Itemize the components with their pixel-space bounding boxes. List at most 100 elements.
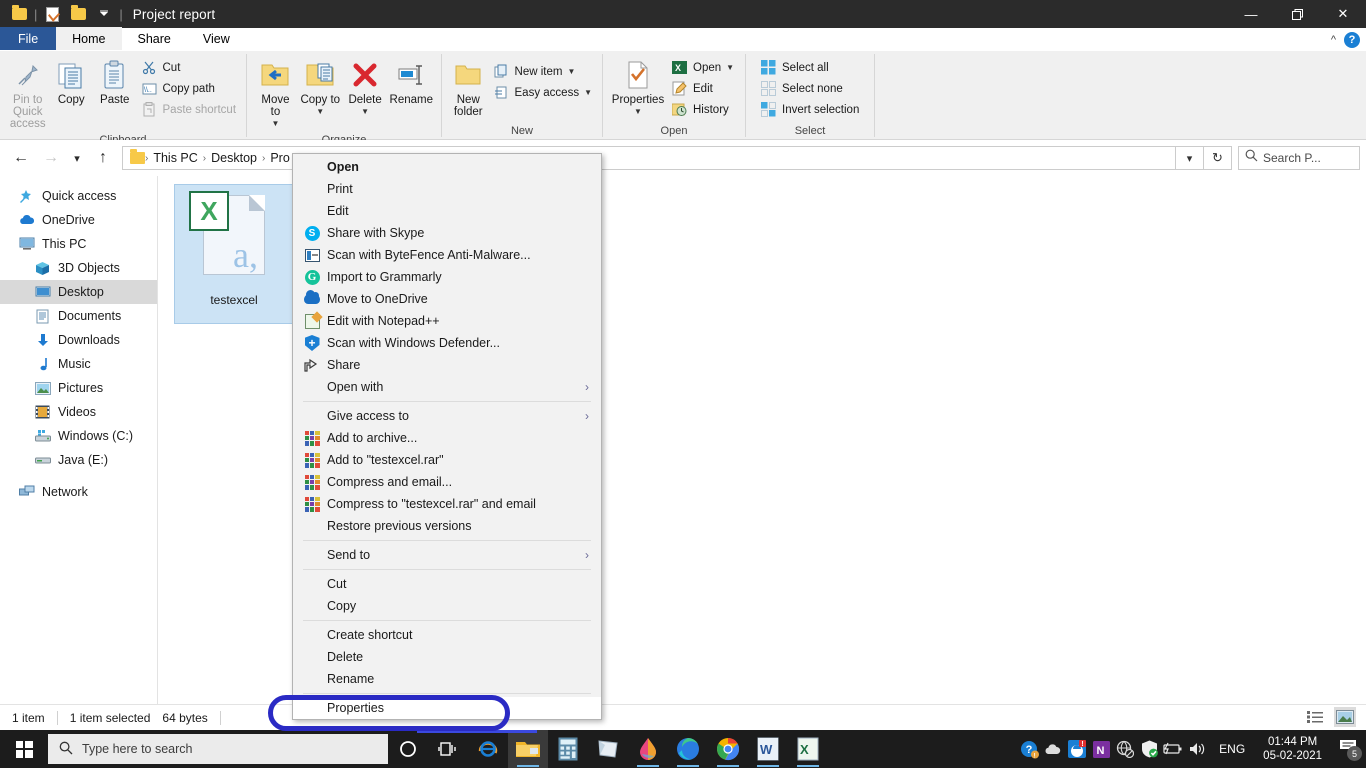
cut-button[interactable]: Cut — [137, 57, 241, 78]
back-button[interactable]: ← — [6, 143, 36, 173]
windows-security-icon[interactable] — [1137, 730, 1161, 768]
properties-button[interactable]: Properties ▼ — [609, 55, 667, 121]
microsoft-word-icon[interactable]: W — [748, 730, 788, 768]
breadcrumb-item-project-report[interactable]: Pro — [265, 151, 294, 165]
context-menu-item-print[interactable]: Print — [293, 178, 601, 200]
sidebar-item-windows-c[interactable]: Windows (C:) — [0, 424, 157, 448]
context-menu[interactable]: Open Print Edit S Share with Skype Scan … — [292, 153, 602, 720]
easy-access-caret-icon[interactable]: ▼ — [584, 88, 592, 97]
copy-button[interactable]: Copy — [50, 55, 94, 109]
collapse-ribbon-icon[interactable]: ^ — [1331, 34, 1336, 46]
sidebar-item-desktop[interactable]: Desktop — [0, 280, 157, 304]
google-chrome-icon[interactable] — [708, 730, 748, 768]
history-button[interactable]: History — [667, 99, 738, 120]
maximize-button[interactable] — [1274, 0, 1320, 28]
context-menu-item-delete[interactable]: Delete — [293, 646, 601, 668]
breadcrumb-item-desktop[interactable]: Desktop — [206, 151, 262, 165]
context-menu-item-open-with[interactable]: Open with › — [293, 376, 601, 398]
select-all-button[interactable]: Select all — [756, 57, 863, 78]
context-menu-item-edit-with-notepadpp[interactable]: Edit with Notepad++ — [293, 310, 601, 332]
qat-new-folder-icon[interactable] — [65, 2, 91, 26]
search-input[interactable]: Search P... — [1263, 151, 1321, 165]
address-dropdown-button[interactable]: ▾ — [1176, 146, 1204, 170]
sidebar-item-quick-access[interactable]: Quick access — [0, 184, 157, 208]
sidebar-item-music[interactable]: Music — [0, 352, 157, 376]
context-menu-item-import-to-grammarly[interactable]: G Import to Grammarly — [293, 266, 601, 288]
help-icon[interactable]: ? — [1344, 31, 1360, 48]
move-to-button[interactable]: Move to ▼ — [253, 55, 298, 133]
context-menu-item-cut[interactable]: Cut — [293, 573, 601, 595]
get-help-icon[interactable]: ?! — [1017, 730, 1041, 768]
context-menu-item-edit[interactable]: Edit — [293, 200, 601, 222]
sidebar-item-onedrive[interactable]: OneDrive — [0, 208, 157, 232]
onenote-icon[interactable]: N — [1089, 730, 1113, 768]
sidebar-item-3d-objects[interactable]: 3D Objects — [0, 256, 157, 280]
start-button[interactable] — [0, 730, 48, 768]
context-menu-item-scan-with-windows-defender[interactable]: + Scan with Windows Defender... — [293, 332, 601, 354]
refresh-button[interactable]: ↻ — [1204, 146, 1232, 170]
delete-button[interactable]: Delete ▼ — [343, 55, 388, 121]
context-menu-item-compress-to-rar-and-email[interactable]: Compress to "testexcel.rar" and email — [293, 493, 601, 515]
tab-share[interactable]: Share — [122, 27, 187, 50]
context-menu-item-open[interactable]: Open — [293, 156, 601, 178]
taskbar-search-input[interactable]: Type here to search — [82, 742, 192, 756]
properties-caret-icon[interactable]: ▼ — [634, 106, 642, 118]
minimize-button[interactable]: — — [1228, 0, 1274, 28]
language-indicator[interactable]: ENG — [1209, 742, 1255, 756]
open-button[interactable]: X Open ▼ — [667, 57, 738, 78]
sidebar-item-downloads[interactable]: Downloads — [0, 328, 157, 352]
battery-icon[interactable] — [1161, 730, 1185, 768]
tab-home[interactable]: Home — [56, 27, 122, 50]
paste-shortcut-button[interactable]: Paste shortcut — [137, 99, 241, 120]
sticky-notes-icon[interactable] — [588, 730, 628, 768]
context-menu-item-send-to[interactable]: Send to › — [293, 544, 601, 566]
context-menu-item-properties[interactable]: Properties — [293, 697, 601, 719]
edit-button[interactable]: Edit — [667, 78, 738, 99]
file-item-testexcel[interactable]: a, X testexcel — [174, 184, 294, 324]
recent-locations-button[interactable]: ▾ — [66, 143, 88, 173]
large-icons-view-button[interactable] — [1334, 707, 1356, 727]
close-button[interactable]: ✕ — [1320, 0, 1366, 28]
qat-customize-chevron-icon[interactable] — [91, 2, 117, 26]
context-menu-item-restore-previous-versions[interactable]: Restore previous versions — [293, 515, 601, 537]
paint-3d-icon[interactable] — [628, 730, 668, 768]
sidebar-item-java-e[interactable]: Java (E:) — [0, 448, 157, 472]
context-menu-item-copy[interactable]: Copy — [293, 595, 601, 617]
task-view-button[interactable] — [428, 730, 468, 768]
qat-folder-icon[interactable] — [6, 2, 32, 26]
sidebar-item-documents[interactable]: Documents — [0, 304, 157, 328]
move-to-caret-icon[interactable]: ▼ — [271, 118, 279, 130]
rename-button[interactable]: Rename — [388, 55, 435, 109]
paste-button[interactable]: Paste — [93, 55, 137, 109]
invert-selection-button[interactable]: Invert selection — [756, 99, 863, 120]
network-disconnected-icon[interactable] — [1113, 730, 1137, 768]
breadcrumb-item-this-pc[interactable]: This PC — [148, 151, 202, 165]
context-menu-item-share[interactable]: Share — [293, 354, 601, 376]
select-none-button[interactable]: Select none — [756, 78, 863, 99]
action-center-button[interactable]: 5 — [1330, 730, 1366, 768]
open-caret-icon[interactable]: ▼ — [726, 63, 734, 72]
calculator-icon[interactable] — [548, 730, 588, 768]
internet-explorer-icon[interactable] — [468, 730, 508, 768]
context-menu-item-add-to-rar[interactable]: Add to "testexcel.rar" — [293, 449, 601, 471]
context-menu-item-give-access-to[interactable]: Give access to › — [293, 405, 601, 427]
new-folder-button[interactable]: New folder — [448, 55, 489, 121]
context-menu-item-move-to-onedrive[interactable]: Move to OneDrive — [293, 288, 601, 310]
context-menu-item-share-with-skype[interactable]: S Share with Skype — [293, 222, 601, 244]
qat-properties-icon[interactable] — [39, 2, 65, 26]
up-button[interactable]: ↑ — [88, 143, 118, 173]
volume-icon[interactable] — [1185, 730, 1209, 768]
cortana-button[interactable] — [388, 730, 428, 768]
new-item-caret-icon[interactable]: ▼ — [567, 67, 575, 76]
context-menu-item-create-shortcut[interactable]: Create shortcut — [293, 624, 601, 646]
context-menu-item-scan-with-bytefence[interactable]: Scan with ByteFence Anti-Malware... — [293, 244, 601, 266]
easy-access-button[interactable]: Easy access ▼ — [489, 82, 596, 103]
copy-to-button[interactable]: Copy to ▼ — [298, 55, 343, 121]
taskbar-search-box[interactable]: Type here to search — [48, 734, 388, 764]
context-menu-item-add-to-archive[interactable]: Add to archive... — [293, 427, 601, 449]
search-box[interactable]: Search P... — [1238, 146, 1360, 170]
context-menu-item-compress-and-email[interactable]: Compress and email... — [293, 471, 601, 493]
sidebar-item-network[interactable]: Network — [0, 480, 157, 504]
sidebar-item-pictures[interactable]: Pictures — [0, 376, 157, 400]
alert-icon[interactable]: ! — [1065, 730, 1089, 768]
